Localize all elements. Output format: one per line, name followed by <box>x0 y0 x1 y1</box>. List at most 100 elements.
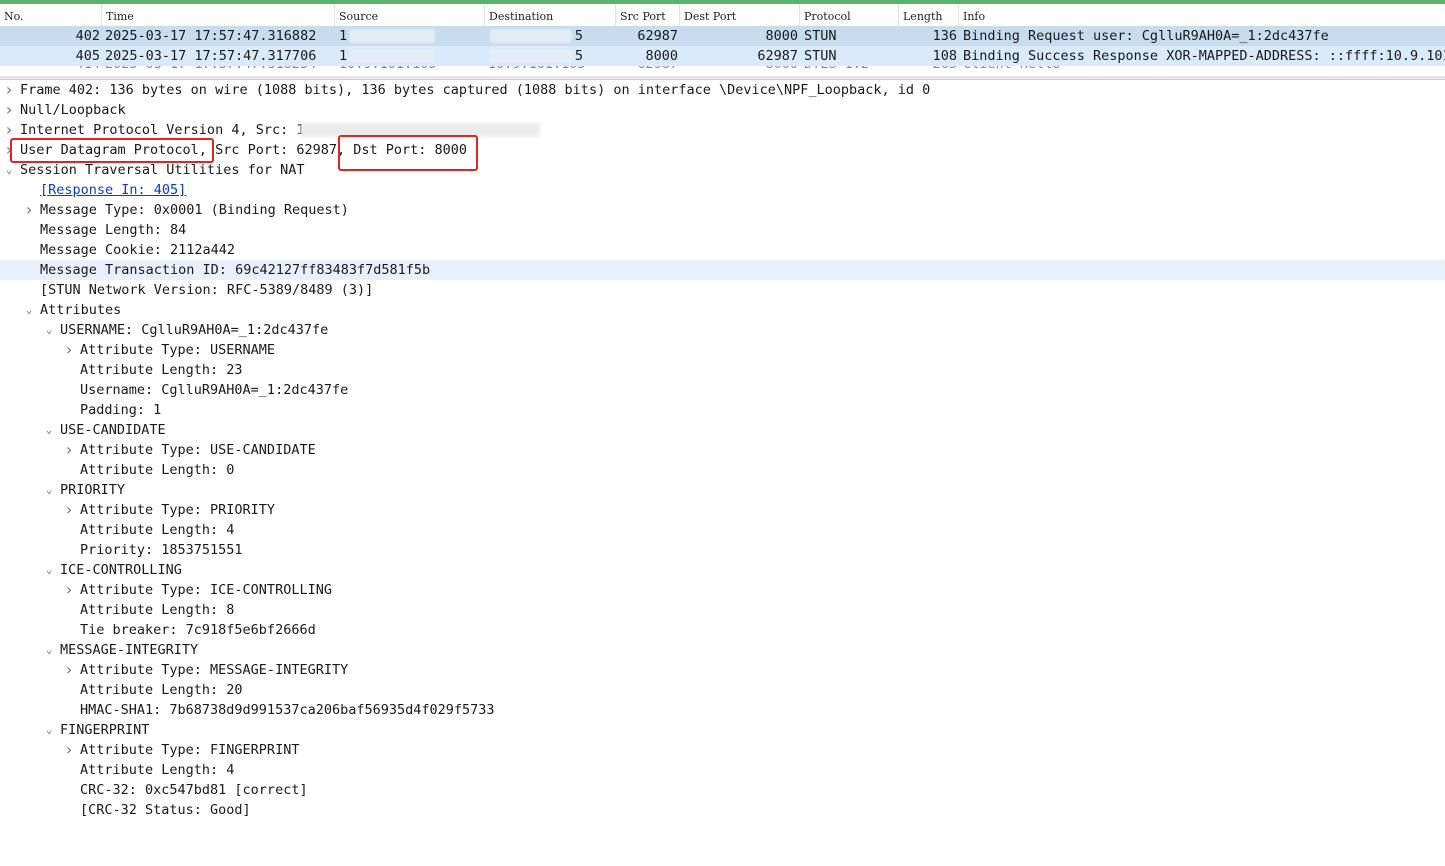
packet-destination: 10.9.101.105 <box>488 66 613 74</box>
chevron-right-icon[interactable]: › <box>2 120 16 140</box>
detail-text: Padding: 1 <box>80 402 162 418</box>
packet-length: 265 <box>900 66 957 74</box>
detail-row[interactable]: Message Transaction ID: 69c42127ff83483f… <box>0 260 1445 280</box>
detail-row[interactable]: [CRC-32 Status: Good] <box>0 800 1445 820</box>
detail-row[interactable]: › Attribute Type: FINGERPRINT <box>0 740 1445 760</box>
detail-row[interactable]: ⌄ Attributes <box>0 300 1445 320</box>
detail-row[interactable]: ⌄ PRIORITY <box>0 480 1445 500</box>
packet-length: 136 <box>932 28 957 44</box>
detail-row[interactable]: › Message Type: 0x0001 (Binding Request) <box>0 200 1445 220</box>
packet-time: 2025-03-17 17:57:47.317706 <box>105 48 317 64</box>
detail-row[interactable]: Attribute Length: 20 <box>0 680 1445 700</box>
column-header-src-port[interactable]: Src Port <box>616 4 680 28</box>
detail-text: Tie breaker: 7c918f5e6bf2666d <box>80 622 316 638</box>
packet-time: 2025-03-17 17:57:47.316882 <box>105 28 317 44</box>
detail-row[interactable]: HMAC-SHA1: 7b68738d9d991537ca206baf56935… <box>0 700 1445 720</box>
detail-row[interactable]: Tie breaker: 7c918f5e6bf2666d <box>0 620 1445 640</box>
chevron-down-icon[interactable]: ⌄ <box>22 300 36 320</box>
column-header-no[interactable]: No. <box>0 4 102 28</box>
detail-row[interactable]: [STUN Network Version: RFC-5389/8489 (3)… <box>0 280 1445 300</box>
chevron-down-icon[interactable]: ⌄ <box>42 420 56 440</box>
column-header-info[interactable]: Info <box>959 4 1445 28</box>
chevron-right-icon[interactable]: › <box>62 580 76 600</box>
detail-text: Attribute Length: 20 <box>80 682 243 698</box>
column-header-dest-port[interactable]: Dest Port <box>680 4 800 28</box>
chevron-right-icon[interactable]: › <box>62 740 76 760</box>
detail-row[interactable]: Attribute Length: 4 <box>0 760 1445 780</box>
detail-row[interactable]: Attribute Length: 4 <box>0 520 1445 540</box>
column-header-destination[interactable]: Destination <box>485 4 616 28</box>
column-header-protocol[interactable]: Protocol <box>800 4 899 28</box>
packet-no: 414 <box>20 66 100 74</box>
detail-row[interactable]: ⌄ ICE-CONTROLLING <box>0 560 1445 580</box>
detail-row[interactable]: Attribute Length: 0 <box>0 460 1445 480</box>
detail-row[interactable]: › User Datagram Protocol, Src Port: 62987… <box>0 140 1445 160</box>
chevron-right-icon[interactable]: › <box>62 340 76 360</box>
packet-src-port: 8000 <box>645 48 678 64</box>
packet-no: 405 <box>75 48 100 64</box>
packet-info: Binding Success Response XOR-MAPPED-ADDR… <box>963 48 1445 64</box>
column-header-time[interactable]: Time <box>102 4 335 28</box>
detail-row[interactable]: › Internet Protocol Version 4, Src: 1 <box>0 120 1445 140</box>
chevron-right-icon[interactable]: › <box>62 440 76 460</box>
detail-row[interactable]: ⌄ MESSAGE-INTEGRITY <box>0 640 1445 660</box>
packet-row[interactable]: 405 2025-03-17 17:57:47.317706 1 5 8000 … <box>0 46 1445 66</box>
detail-row[interactable]: Padding: 1 <box>0 400 1445 420</box>
detail-row[interactable]: ⌄ USE-CANDIDATE <box>0 420 1445 440</box>
packet-dest-port: 62987 <box>757 48 798 64</box>
detail-text: Attribute Type: USE-CANDIDATE <box>80 442 316 458</box>
redacted-source <box>349 49 435 63</box>
chevron-right-icon[interactable]: › <box>62 660 76 680</box>
column-header-length[interactable]: Length <box>899 4 959 28</box>
detail-row[interactable]: › Attribute Type: ICE-CONTROLLING <box>0 580 1445 600</box>
detail-row[interactable]: › Attribute Type: USERNAME <box>0 340 1445 360</box>
detail-row[interactable]: ⌄ Session Traversal Utilities for NAT <box>0 160 1445 180</box>
detail-row[interactable]: › Attribute Type: PRIORITY <box>0 500 1445 520</box>
packet-row[interactable]: 402 2025-03-17 17:57:47.316882 1 5 62987… <box>0 26 1445 46</box>
detail-text: Attribute Type: ICE-CONTROLLING <box>80 582 332 598</box>
detail-text: [CRC-32 Status: Good] <box>80 802 251 818</box>
detail-row[interactable]: Message Length: 84 <box>0 220 1445 240</box>
chevron-down-icon[interactable]: ⌄ <box>42 480 56 500</box>
chevron-right-icon[interactable]: › <box>22 200 36 220</box>
packet-dest-port: 8000 <box>765 28 798 44</box>
detail-row[interactable]: › Attribute Type: USE-CANDIDATE <box>0 440 1445 460</box>
detail-text: Session Traversal Utilities for NAT <box>20 162 305 178</box>
packet-info: Client Hello <box>963 66 1445 74</box>
packet-src-port: 62987 <box>620 66 678 74</box>
detail-row[interactable]: ⌄ USERNAME: CglluR9AH0A=_1:2dc437fe <box>0 320 1445 340</box>
redacted-source <box>349 29 435 43</box>
response-in-link[interactable]: [Response In: 405] <box>40 180 186 200</box>
detail-text: Username: CglluR9AH0A=_1:2dc437fe <box>80 382 349 398</box>
chevron-down-icon[interactable]: ⌄ <box>2 160 16 180</box>
column-header-source[interactable]: Source <box>335 4 485 28</box>
detail-text: Message Cookie: 2112a442 <box>40 242 236 258</box>
detail-row[interactable]: › Null/Loopback <box>0 100 1445 120</box>
chevron-down-icon[interactable]: ⌄ <box>42 720 56 740</box>
highlight-udp-label <box>10 138 214 163</box>
packet-row[interactable]: 414 2025-03-17 17:57:47.318254 10.9.101.… <box>0 66 1445 74</box>
redacted-destination <box>490 49 572 63</box>
detail-row[interactable]: Attribute Length: 23 <box>0 360 1445 380</box>
detail-row[interactable]: Message Cookie: 2112a442 <box>0 240 1445 260</box>
detail-row[interactable]: › Frame 402: 136 bytes on wire (1088 bits… <box>0 80 1445 100</box>
detail-text: Internet Protocol Version 4, Src: 1 <box>20 122 305 138</box>
detail-row[interactable]: Attribute Length: 8 <box>0 600 1445 620</box>
detail-row[interactable]: CRC-32: 0xc547bd81 [correct] <box>0 780 1445 800</box>
detail-row[interactable]: [Response In: 405] <box>0 180 1445 200</box>
detail-text: Priority: 1853751551 <box>80 542 243 558</box>
detail-text: ICE-CONTROLLING <box>60 562 182 578</box>
chevron-right-icon[interactable]: › <box>62 500 76 520</box>
chevron-right-icon[interactable]: › <box>2 100 16 120</box>
detail-text: Attribute Type: PRIORITY <box>80 502 276 518</box>
chevron-right-icon[interactable]: › <box>2 80 16 100</box>
detail-row[interactable]: Username: CglluR9AH0A=_1:2dc437fe <box>0 380 1445 400</box>
detail-text: HMAC-SHA1: 7b68738d9d991537ca206baf56935… <box>80 702 495 718</box>
detail-text: Frame 402: 136 bytes on wire (1088 bits)… <box>20 82 931 98</box>
detail-row[interactable]: ⌄ FINGERPRINT <box>0 720 1445 740</box>
chevron-down-icon[interactable]: ⌄ <box>42 320 56 340</box>
detail-row[interactable]: › Attribute Type: MESSAGE-INTEGRITY <box>0 660 1445 680</box>
chevron-down-icon[interactable]: ⌄ <box>42 640 56 660</box>
detail-row[interactable]: Priority: 1853751551 <box>0 540 1445 560</box>
chevron-down-icon[interactable]: ⌄ <box>42 560 56 580</box>
